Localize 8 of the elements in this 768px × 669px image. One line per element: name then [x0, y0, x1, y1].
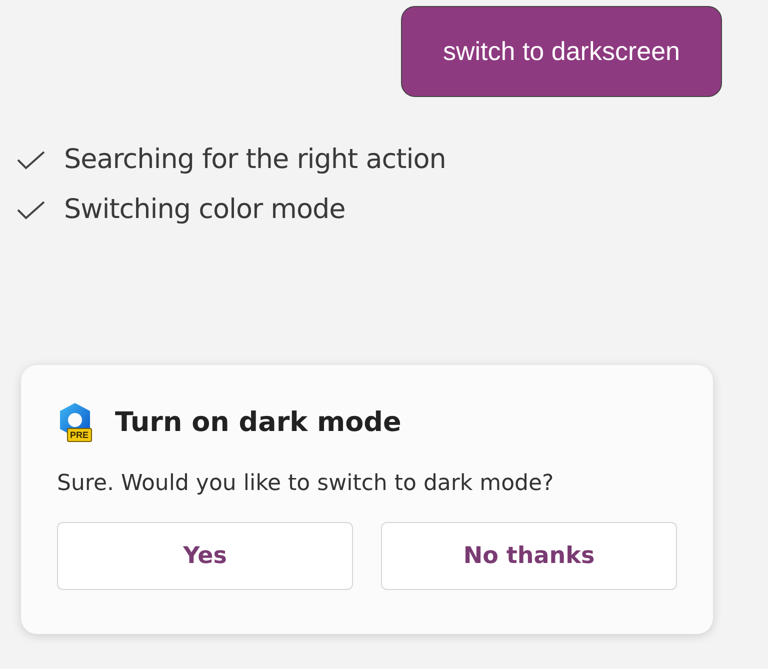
step-text: Switching color mode: [64, 192, 346, 227]
user-message-bubble: switch to darkscreen: [401, 6, 722, 97]
card-message: Sure. Would you like to switch to dark mode?: [57, 470, 555, 498]
decline-button[interactable]: No thanks: [381, 522, 677, 590]
preview-badge: PRE: [67, 428, 92, 442]
step-text: Searching for the right action: [64, 142, 446, 177]
card-title: Turn on dark mode: [115, 406, 402, 440]
confirm-button[interactable]: Yes: [57, 522, 353, 590]
